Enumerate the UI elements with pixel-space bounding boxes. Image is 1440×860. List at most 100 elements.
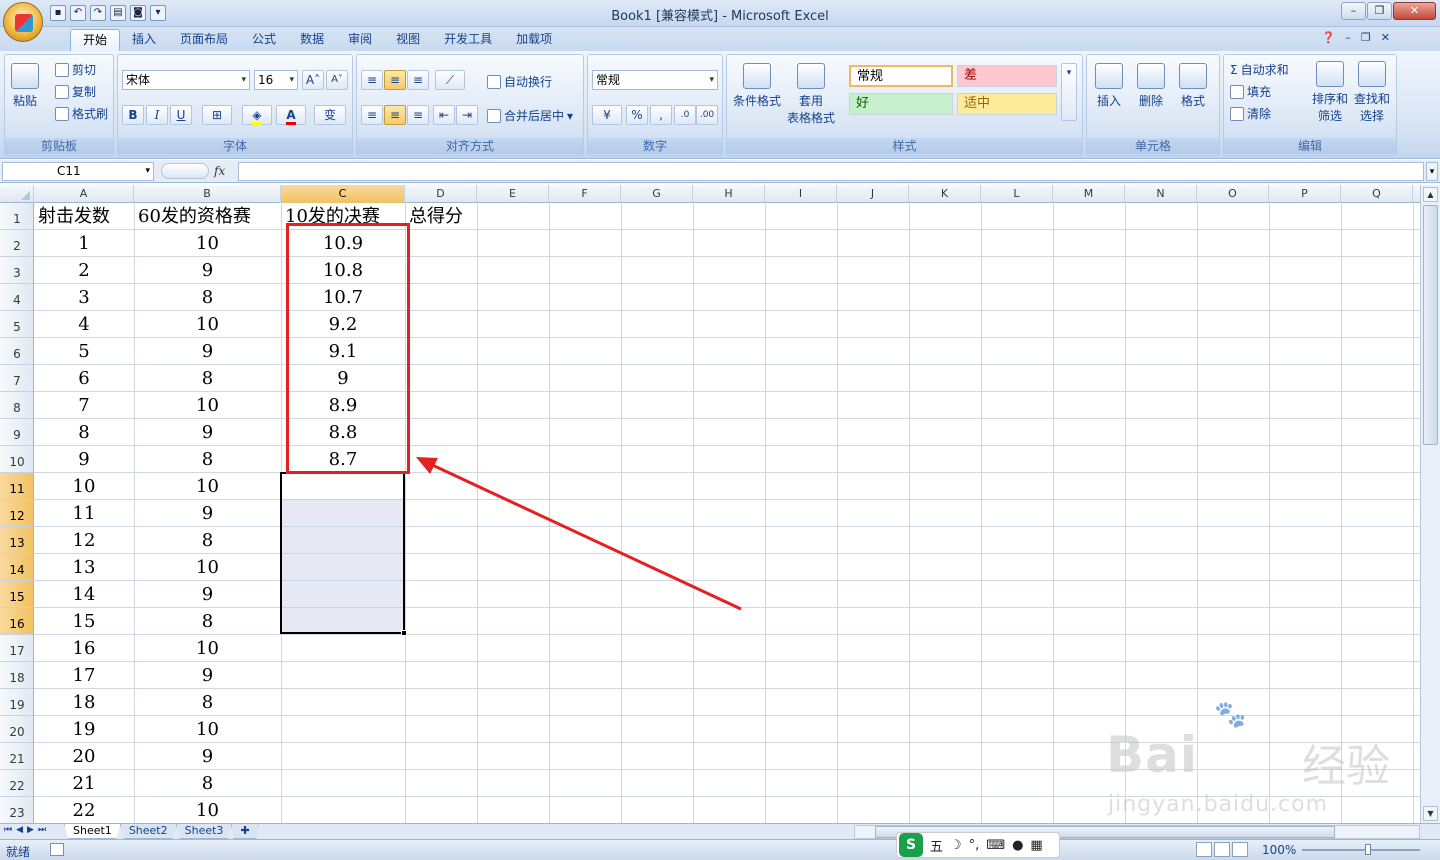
cut-button[interactable]: 剪切 (55, 61, 96, 78)
ribbon-minimize-icon[interactable]: – (1345, 31, 1351, 44)
cell-A15[interactable]: 14 (34, 581, 134, 608)
autosum-button[interactable]: Σ 自动求和 (1230, 61, 1289, 78)
expand-formula-bar-icon[interactable]: ▾ (1426, 162, 1438, 181)
increase-decimal-button[interactable]: .0 (674, 105, 696, 125)
select-all-button[interactable] (0, 185, 34, 203)
page-layout-view-icon[interactable] (1214, 842, 1230, 857)
fill-color-button[interactable]: ◈ (242, 105, 272, 125)
cell-A22[interactable]: 21 (34, 770, 134, 797)
active-cell[interactable] (282, 474, 403, 499)
align-top-button[interactable]: ≡ (361, 70, 383, 90)
ribbon-restore-icon[interactable]: ❐ (1361, 31, 1371, 44)
tab-0[interactable]: 开始 (70, 29, 121, 51)
row-header-14[interactable]: 14 (0, 554, 33, 581)
vertical-scroll-thumb[interactable] (1423, 205, 1438, 445)
cell-A10[interactable]: 9 (34, 446, 134, 473)
cell-B15[interactable]: 9 (134, 581, 281, 608)
ime-toolbar[interactable]: S 五 ☽ °, ⌨ ● ▦ (896, 832, 1060, 858)
ribbon-close-icon[interactable]: ✕ (1381, 31, 1390, 44)
tab-7[interactable]: 开发工具 (432, 29, 504, 51)
cell-B2[interactable]: 10 (134, 230, 281, 257)
row-header-19[interactable]: 19 (0, 689, 33, 716)
cell-B11[interactable]: 10 (134, 473, 281, 500)
style-good[interactable]: 好 (849, 93, 953, 115)
column-header-G[interactable]: G (621, 185, 693, 203)
decrease-indent-button[interactable]: ⇤ (433, 105, 455, 125)
column-header-J[interactable]: J (837, 185, 909, 203)
office-button[interactable] (3, 2, 43, 42)
cell-B21[interactable]: 9 (134, 743, 281, 770)
cell-A3[interactable]: 2 (34, 257, 134, 284)
style-normal[interactable]: 常规 (849, 65, 953, 87)
cell-A13[interactable]: 12 (34, 527, 134, 554)
fill-button[interactable]: 填充 (1230, 83, 1271, 100)
align-bottom-button[interactable]: ≡ (407, 70, 429, 90)
font-size-select[interactable]: 16 (254, 70, 298, 90)
cell-A14[interactable]: 13 (34, 554, 134, 581)
cell-B3[interactable]: 9 (134, 257, 281, 284)
column-header-P[interactable]: P (1269, 185, 1341, 203)
cell-A7[interactable]: 6 (34, 365, 134, 392)
column-header-M[interactable]: M (1053, 185, 1125, 203)
ime-mode[interactable]: 五 (930, 836, 943, 855)
cell-B5[interactable]: 10 (134, 311, 281, 338)
redo-icon[interactable]: ↷ (90, 5, 106, 21)
percent-button[interactable]: % (626, 105, 648, 125)
user-icon[interactable]: ● (1012, 838, 1023, 853)
align-middle-button[interactable]: ≡ (384, 70, 406, 90)
column-header-D[interactable]: D (405, 185, 477, 203)
cell-B16[interactable]: 8 (134, 608, 281, 635)
column-header-B[interactable]: B (134, 185, 281, 203)
last-sheet-icon[interactable]: ⏭ (38, 825, 46, 835)
prev-sheet-icon[interactable]: ◀ (16, 825, 23, 835)
row-header-7[interactable]: 7 (0, 365, 33, 392)
restore-button[interactable]: ❐ (1367, 2, 1392, 20)
format-as-table-button[interactable]: 套用 表格格式 (787, 63, 835, 126)
conditional-format-button[interactable]: 条件格式 (733, 63, 781, 109)
selection-range[interactable] (280, 472, 407, 636)
scroll-up-icon[interactable]: ▲ (1423, 187, 1438, 202)
cell-B13[interactable]: 8 (134, 527, 281, 554)
cell-B6[interactable]: 9 (134, 338, 281, 365)
cell-A2[interactable]: 1 (34, 230, 134, 257)
cell-B9[interactable]: 9 (134, 419, 281, 446)
insert-function-button[interactable]: fx (214, 162, 236, 181)
tab-4[interactable]: 数据 (288, 29, 336, 51)
close-button[interactable]: ✕ (1393, 2, 1436, 20)
wrap-text-button[interactable]: 自动换行 (487, 73, 552, 90)
row-header-8[interactable]: 8 (0, 392, 33, 419)
row-header-6[interactable]: 6 (0, 338, 33, 365)
delete-cells-button[interactable]: 删除 (1137, 63, 1165, 109)
row-header-13[interactable]: 13 (0, 527, 33, 554)
column-header-L[interactable]: L (981, 185, 1053, 203)
grow-font-button[interactable]: A˄ (302, 70, 324, 90)
bold-button[interactable]: B (122, 105, 144, 125)
cell-B23[interactable]: 10 (134, 797, 281, 823)
copy-button[interactable]: 复制 (55, 83, 96, 100)
first-sheet-icon[interactable]: ⏮ (4, 825, 12, 835)
cell-A16[interactable]: 15 (34, 608, 134, 635)
shrink-font-button[interactable]: A˅ (326, 70, 348, 90)
align-center-button[interactable]: ≡ (384, 105, 406, 125)
orientation-button[interactable]: ⟋ (435, 70, 465, 90)
cell-B4[interactable]: 8 (134, 284, 281, 311)
column-header-E[interactable]: E (477, 185, 549, 203)
clear-button[interactable]: 清除 (1230, 105, 1271, 122)
comma-button[interactable]: , (650, 105, 672, 125)
formula-input[interactable] (238, 162, 1424, 181)
cell-B1[interactable]: 60发的资格赛 (134, 203, 281, 230)
format-painter-button[interactable]: 格式刷 (55, 105, 108, 122)
cell-A20[interactable]: 19 (34, 716, 134, 743)
minimize-button[interactable]: – (1341, 2, 1366, 20)
borders-button[interactable]: ⊞ (202, 105, 232, 125)
tab-1[interactable]: 插入 (120, 29, 168, 51)
name-box[interactable]: C11 (2, 162, 154, 181)
increase-indent-button[interactable]: ⇥ (456, 105, 478, 125)
column-header-A[interactable]: A (34, 185, 134, 203)
cell-A21[interactable]: 20 (34, 743, 134, 770)
tab-5[interactable]: 审阅 (336, 29, 384, 51)
merge-center-button[interactable]: 合并后居中 ▾ (487, 107, 573, 124)
number-format-select[interactable]: 常规 (592, 70, 718, 90)
sheet-tab-2[interactable]: Sheet2 (119, 824, 177, 839)
row-header-1[interactable]: 1 (0, 203, 33, 230)
